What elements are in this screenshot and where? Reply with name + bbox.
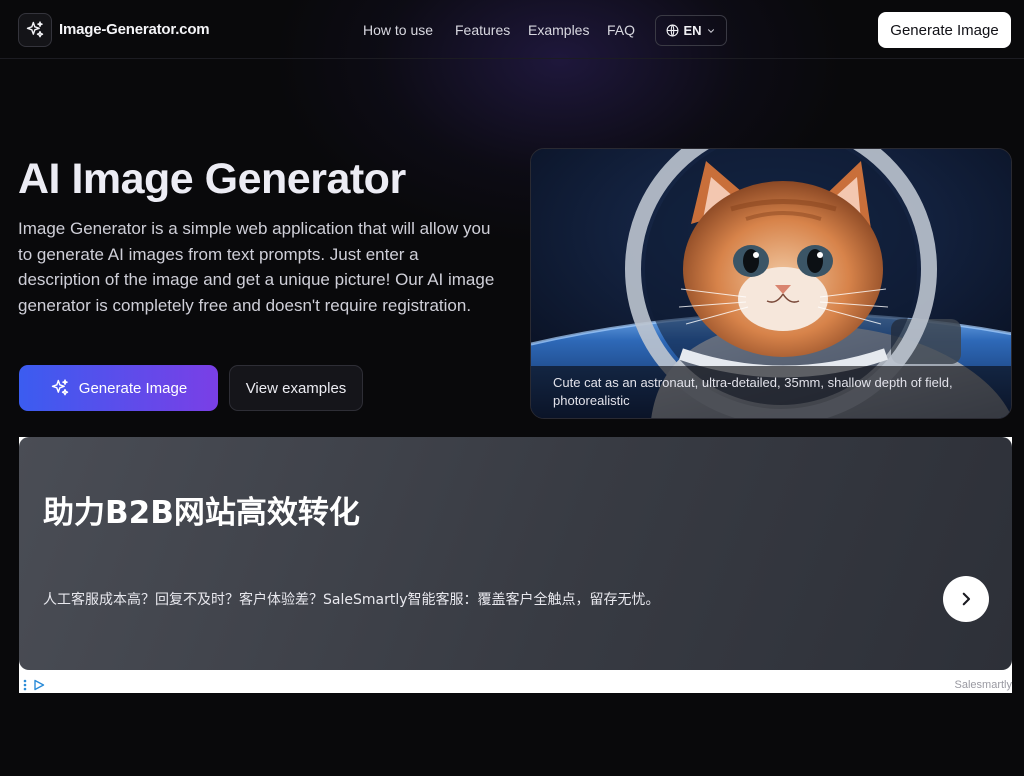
generate-image-label: Generate Image <box>78 379 188 397</box>
sparkles-icon <box>51 379 69 396</box>
nav-how-to-use[interactable]: How to use <box>363 22 433 38</box>
sparkles-icon <box>26 21 44 38</box>
chevron-down-icon <box>707 28 714 33</box>
example-image-card: Cute cat as an astronaut, ultra-detailed… <box>530 148 1012 419</box>
ad-title[interactable]: 助力B2B网站高效转化 <box>43 487 360 532</box>
language-selector[interactable]: EN <box>655 15 727 46</box>
site-name[interactable]: Image-Generator.com <box>59 21 210 38</box>
nav-features[interactable]: Features <box>455 22 510 38</box>
hero-description: Image Generator is a simple web applicat… <box>18 219 495 315</box>
hero-title: AI Image Generator <box>18 155 406 203</box>
more-vertical-icon[interactable] <box>23 679 27 691</box>
ad-brand[interactable]: Salesmartly <box>955 679 1012 691</box>
header-generate-button[interactable]: Generate Image <box>878 12 1011 48</box>
ad-text[interactable]: 人工客服成本高？回复不及时？客户体验差？SaleSmartly智能客服：覆盖客户… <box>43 589 660 609</box>
adchoices-icon[interactable] <box>33 679 45 691</box>
globe-icon <box>667 24 679 37</box>
ad-card[interactable]: 助力B2B网站高效转化 人工客服成本高？回复不及时？客户体验差？SaleSmar… <box>19 437 1012 670</box>
view-examples-button[interactable]: View examples <box>229 365 363 411</box>
language-label: EN <box>683 23 702 38</box>
ad-next-button[interactable] <box>943 576 989 622</box>
example-image-caption: Cute cat as an astronaut, ultra-detailed… <box>531 366 1011 418</box>
generate-image-button[interactable]: Generate Image <box>19 365 218 411</box>
top-navbar: Image-Generator.com How to use Features … <box>0 0 1024 59</box>
nav-faq[interactable]: FAQ <box>607 22 635 38</box>
logo-badge[interactable] <box>18 13 52 47</box>
ad-footer-icons <box>23 679 45 691</box>
chevron-right-icon <box>962 592 971 606</box>
nav-examples[interactable]: Examples <box>528 22 589 38</box>
advertisement[interactable]: 助力B2B网站高效转化 人工客服成本高？回复不及时？客户体验差？SaleSmar… <box>19 437 1012 693</box>
